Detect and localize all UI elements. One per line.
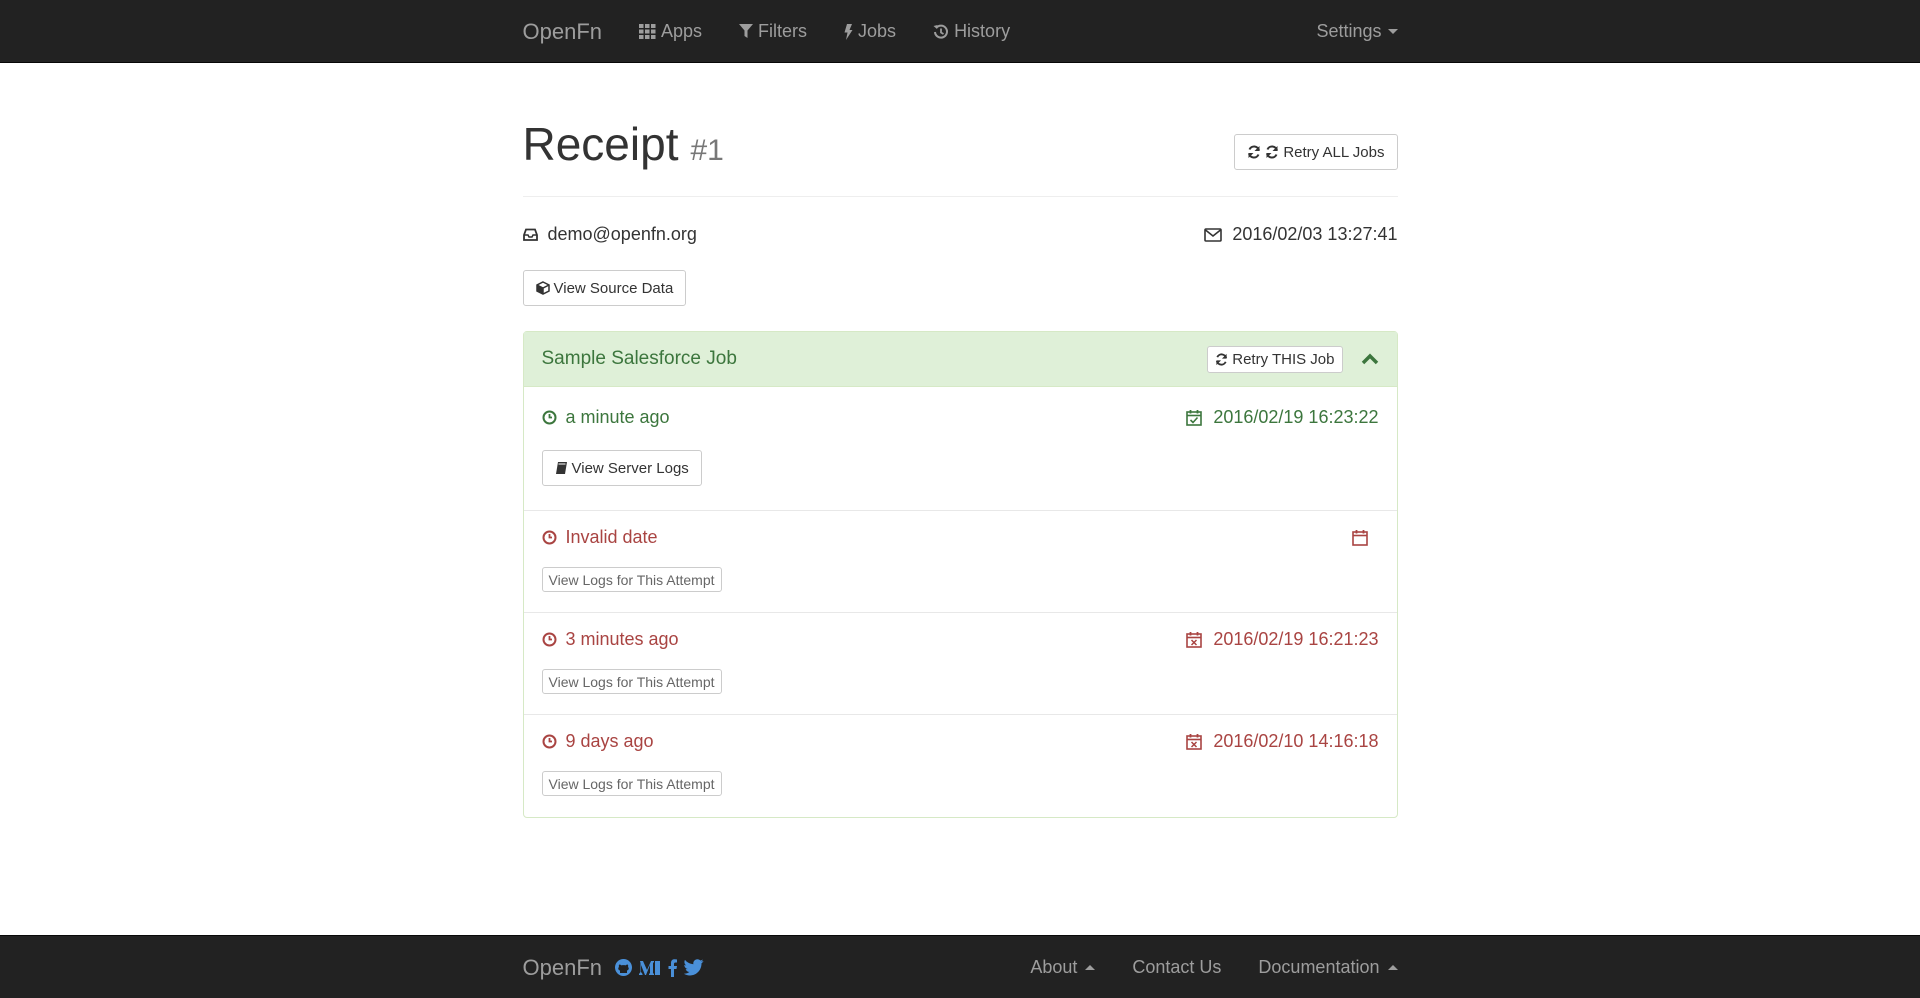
nav-item-history[interactable]: History bbox=[933, 21, 1010, 42]
attempt-row: a minute ago 2016/02/19 16:23:22 View Se… bbox=[523, 387, 1397, 511]
inbox-icon bbox=[522, 228, 538, 241]
attempt-date: 2016/02/10 14:16:18 bbox=[1213, 731, 1379, 751]
calendar-check-icon bbox=[1186, 410, 1203, 426]
calendar-icon bbox=[1351, 530, 1368, 546]
view-source-data-button[interactable]: View Source Data bbox=[522, 270, 687, 306]
received-date: 2016/02/03 13:27:41 bbox=[1204, 224, 1398, 245]
caret-down-icon bbox=[1387, 29, 1398, 34]
contact-us-link[interactable]: Contact Us bbox=[1132, 957, 1221, 978]
github-icon[interactable] bbox=[614, 958, 633, 977]
attempt-date: 2016/02/19 16:23:22 bbox=[1213, 407, 1379, 427]
attempt-relative-time: 3 minutes ago bbox=[565, 629, 679, 649]
page-title-row: Receipt #1 bbox=[523, 121, 724, 168]
documentation-label: Documentation bbox=[1258, 957, 1380, 977]
view-attempt-logs-button[interactable]: View Logs for This Attempt bbox=[541, 669, 722, 694]
calendar-times-icon bbox=[1186, 632, 1203, 648]
retry-this-job-button[interactable]: Retry THIS Job bbox=[1207, 345, 1343, 373]
social-links bbox=[614, 958, 704, 977]
receipt-number: #1 bbox=[690, 134, 724, 167]
caret-up-icon bbox=[1085, 965, 1096, 970]
job-title: Sample Salesforce Job bbox=[541, 348, 737, 369]
clock-icon bbox=[542, 632, 556, 647]
retry-all-label: Retry ALL Jobs bbox=[1283, 143, 1385, 161]
attempt-relative-time: a minute ago bbox=[565, 407, 670, 427]
medium-icon[interactable] bbox=[639, 959, 661, 976]
history-icon bbox=[933, 24, 949, 39]
collapse-chevron-up-icon[interactable] bbox=[1361, 353, 1379, 365]
view-attempt-logs-button[interactable]: View Logs for This Attempt bbox=[541, 567, 722, 592]
nav-item-jobs[interactable]: Jobs bbox=[844, 21, 896, 42]
attempt-relative-time: 9 days ago bbox=[565, 731, 654, 751]
view-server-logs-button[interactable]: View Server Logs bbox=[541, 450, 702, 486]
view-source-label: View Source Data bbox=[553, 279, 674, 297]
settings-label: Settings bbox=[1316, 21, 1382, 41]
attempt-row: 9 days ago 2016/02/10 14:16:18 View Logs… bbox=[524, 715, 1397, 817]
nav-item-filters[interactable]: Filters bbox=[739, 21, 807, 42]
envelope-icon bbox=[1204, 227, 1223, 242]
nav-item-apps[interactable]: Apps bbox=[639, 21, 702, 42]
refresh-icon bbox=[1248, 145, 1261, 159]
nav-item-label: History bbox=[954, 21, 1011, 41]
received-date-text: 2016/02/03 13:27:41 bbox=[1232, 224, 1398, 244]
book-icon bbox=[555, 462, 567, 474]
cube-icon bbox=[535, 281, 550, 295]
top-navbar: OpenFn Apps Filters Jobs History Setting… bbox=[0, 0, 1920, 63]
filter-icon bbox=[739, 24, 754, 38]
twitter-icon[interactable] bbox=[684, 959, 704, 976]
clock-icon bbox=[542, 530, 556, 545]
about-dropdown[interactable]: About bbox=[1030, 957, 1096, 978]
view-server-logs-label: View Server Logs bbox=[571, 459, 689, 477]
page-header: Receipt #1 Retry ALL Jobs bbox=[522, 121, 1398, 197]
attempt-relative-time: Invalid date bbox=[565, 527, 658, 547]
retry-all-jobs-button[interactable]: Retry ALL Jobs bbox=[1234, 134, 1398, 170]
brand-logo[interactable]: OpenFn bbox=[523, 19, 603, 45]
refresh-icon bbox=[1216, 352, 1228, 366]
refresh-icon bbox=[1266, 145, 1279, 159]
nav-item-label: Jobs bbox=[858, 21, 897, 41]
attempt-row: 3 minutes ago 2016/02/19 16:21:23 View L… bbox=[523, 613, 1397, 715]
nav-item-label: Apps bbox=[661, 21, 703, 41]
retry-this-label: Retry THIS Job bbox=[1232, 350, 1335, 368]
job-panel-heading: Sample Salesforce Job Retry THIS Job bbox=[523, 332, 1397, 387]
footer-brand[interactable]: OpenFn bbox=[523, 955, 603, 981]
footer: OpenFn About Contact Us Documentation bbox=[0, 935, 1920, 998]
footer-nav: About Contact Us Documentation bbox=[993, 957, 1398, 978]
about-label: About bbox=[1030, 957, 1078, 977]
caret-up-icon bbox=[1387, 965, 1398, 970]
facebook-icon[interactable] bbox=[667, 958, 678, 977]
nav-item-label: Filters bbox=[758, 21, 808, 41]
clock-icon bbox=[542, 734, 556, 749]
page-title-text: Receipt bbox=[522, 118, 679, 170]
view-attempt-logs-button[interactable]: View Logs for This Attempt bbox=[541, 771, 722, 796]
calendar-times-icon bbox=[1186, 734, 1203, 750]
email-text: demo@openfn.org bbox=[547, 224, 697, 244]
attempt-date: 2016/02/19 16:21:23 bbox=[1213, 629, 1379, 649]
bolt-icon bbox=[844, 23, 853, 40]
receipt-meta: demo@openfn.org 2016/02/03 13:27:41 bbox=[522, 224, 1398, 245]
job-panel: Sample Salesforce Job Retry THIS Job a m… bbox=[522, 331, 1398, 818]
clock-icon bbox=[542, 410, 556, 425]
settings-dropdown[interactable]: Settings bbox=[1316, 21, 1398, 42]
grid-icon bbox=[639, 24, 656, 39]
main-content: Receipt #1 Retry ALL Jobs demo@openfn.or… bbox=[522, 121, 1398, 818]
sender-email: demo@openfn.org bbox=[522, 224, 697, 245]
attempt-row: Invalid date View Logs for This Attempt bbox=[523, 511, 1397, 613]
documentation-dropdown[interactable]: Documentation bbox=[1258, 957, 1398, 978]
